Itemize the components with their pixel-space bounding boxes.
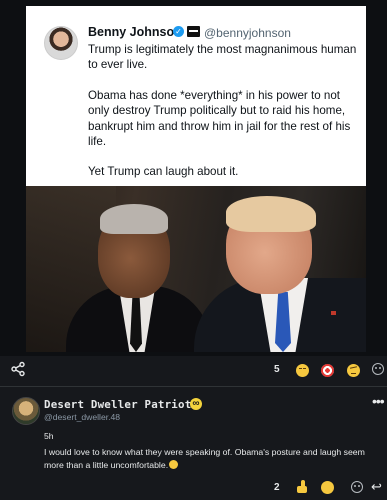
share-icon[interactable] xyxy=(10,361,26,377)
comment-author-name[interactable]: Desert Dweller Patriot xyxy=(44,398,191,411)
tweet-author-avatar xyxy=(44,26,78,60)
tweet-author-handle: @bennyjohnson xyxy=(204,26,291,40)
comment-text: I would love to know what they were spea… xyxy=(44,447,365,470)
target-emoji[interactable] xyxy=(321,364,334,377)
comment-timestamp: 5h xyxy=(44,431,54,441)
add-reaction-icon[interactable] xyxy=(351,481,363,493)
tweet-paragraph: Yet Trump can laugh about it. xyxy=(88,165,239,179)
news-photo[interactable] xyxy=(26,186,366,352)
tweet-text: Trump is legitimately the most magnanimo… xyxy=(88,42,360,195)
comment-body: I would love to know what they were spea… xyxy=(44,446,380,471)
uncomfortable-face-emoji xyxy=(169,459,179,469)
comment-author-avatar[interactable] xyxy=(12,397,40,425)
tweet-author-name: Benny Johnson xyxy=(88,25,182,39)
unamused-face-emoji[interactable] xyxy=(296,364,309,377)
reaction-count[interactable]: 5 xyxy=(274,364,280,375)
verified-check-icon: ✓ xyxy=(173,26,184,37)
flag-pin xyxy=(331,311,336,315)
comment-reaction-count[interactable]: 2 xyxy=(274,482,280,493)
divider xyxy=(0,386,387,387)
post-media[interactable]: Benny Johnson ✓ @bennyjohnson Trump is l… xyxy=(0,0,387,356)
comment-author-handle[interactable]: @desert_dweller.48 xyxy=(44,412,120,422)
right-person-hair xyxy=(226,196,316,232)
more-options-icon[interactable]: ••• xyxy=(372,394,385,408)
infinity-badge-icon: ∞ xyxy=(190,398,202,410)
organization-badge-icon xyxy=(187,26,200,37)
tweet-paragraph: Obama has done *everything* in his power… xyxy=(88,88,351,149)
thumbs-up-emoji[interactable] xyxy=(296,480,309,494)
raised-eyebrow-emoji[interactable] xyxy=(347,364,360,377)
post-action-bar: 5 xyxy=(0,356,387,384)
add-reaction-icon[interactable] xyxy=(372,363,384,375)
tweet-paragraph: Trump is legitimately the most magnanimo… xyxy=(88,43,357,72)
reply-icon[interactable]: ↩ xyxy=(371,479,382,495)
comment-action-bar: 2 ↩ xyxy=(0,478,387,498)
embedded-tweet-card[interactable]: Benny Johnson ✓ @bennyjohnson Trump is l… xyxy=(26,6,366,186)
unamused-face-emoji[interactable] xyxy=(321,481,334,494)
left-person-hair xyxy=(100,204,168,234)
